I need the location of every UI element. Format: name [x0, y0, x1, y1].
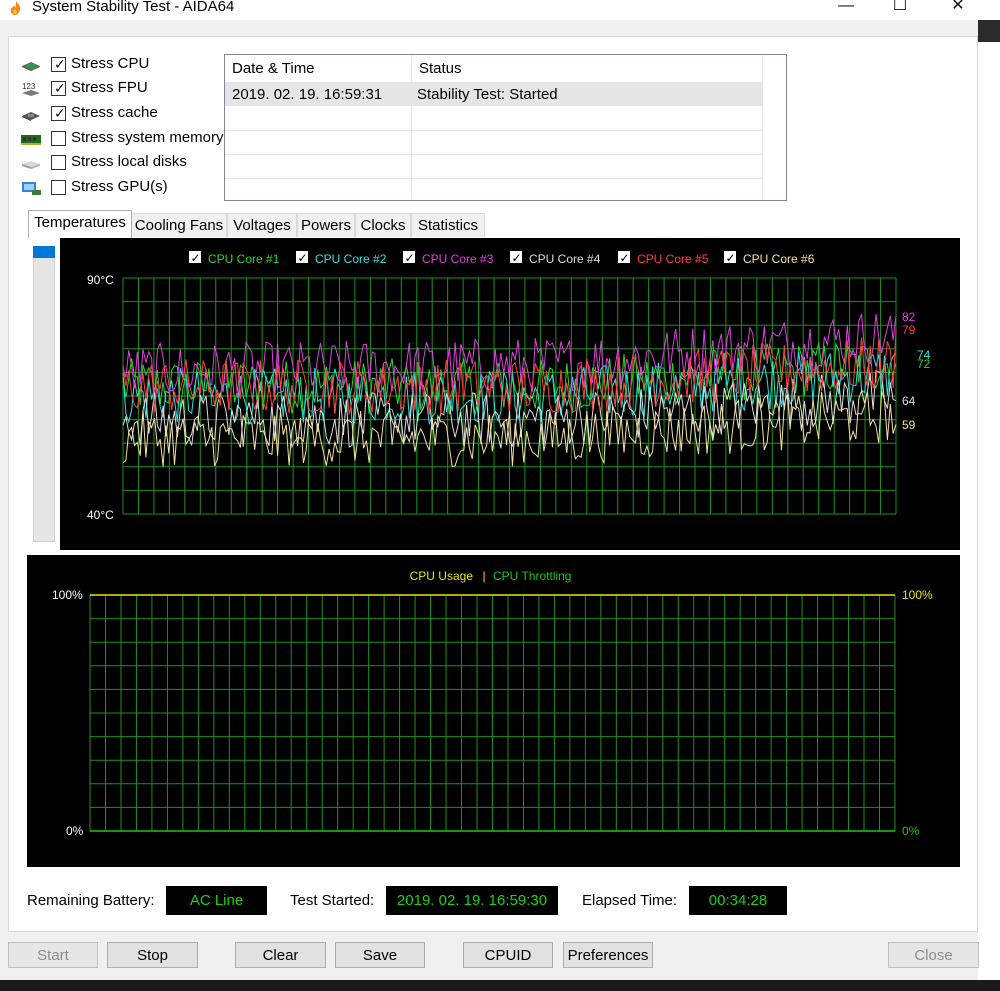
- stress-option-stress-cache[interactable]: ✓ Stress cache: [20, 103, 230, 125]
- remaining-battery-label: Remaining Battery:: [27, 892, 155, 909]
- column-header-date-time[interactable]: Date & Time: [225, 55, 412, 82]
- clear-button[interactable]: Clear: [235, 942, 326, 968]
- log-cell-status: Stability Test: Started: [417, 86, 558, 103]
- remaining-battery-value: AC Line: [166, 886, 267, 915]
- legend-label-core-2: CPU Core #2: [315, 252, 387, 266]
- log-cell-datetime: 2019. 02. 19. 16:59:31: [232, 86, 383, 103]
- fpu-123-icon: 123: [20, 81, 42, 97]
- memory-module-icon: [20, 131, 42, 147]
- test-started-label: Test Started:: [290, 892, 375, 909]
- close-window-button[interactable]: ✕: [934, 0, 982, 18]
- right-axis-min-label: 0%: [902, 824, 920, 838]
- legend-checkmark-icon: ✓: [405, 251, 415, 265]
- current-value-core-4: 64: [902, 394, 916, 408]
- legend-checkmark-icon: ✓: [191, 251, 201, 265]
- legend-checkmark-icon: ✓: [620, 251, 630, 265]
- minimize-button[interactable]: —: [822, 0, 870, 18]
- tab-powers[interactable]: Powers: [297, 213, 355, 237]
- gpu-card-icon: [20, 180, 42, 196]
- close-button[interactable]: Close: [888, 942, 979, 968]
- background-desktop-strip: [978, 20, 1000, 991]
- tab-voltages[interactable]: Voltages: [227, 213, 297, 237]
- elapsed-time-value: 00:34:28: [689, 886, 787, 915]
- save-button[interactable]: Save: [335, 942, 425, 968]
- legend-label-core-3: CPU Core #3: [422, 252, 494, 266]
- cache-chip-icon: [20, 106, 42, 122]
- stress-option-stress-local-disks[interactable]: Stress local disks: [20, 152, 230, 174]
- temperature-chart-svg: ✓ CPU Core #1 ✓ CPU Core #2 ✓ CPU Core #3 ✓ CPU…: [87, 251, 931, 522]
- temperature-current-values: 727482647959: [902, 310, 931, 432]
- stress-option-label: Stress GPU(s): [71, 178, 168, 195]
- legend-checkmark-icon: ✓: [726, 251, 736, 265]
- taskbar-edge: [0, 980, 1000, 991]
- legend-label-core-4: CPU Core #4: [529, 252, 601, 266]
- stress-option-label: Stress local disks: [71, 153, 187, 170]
- column-header-status[interactable]: Status: [412, 55, 763, 82]
- stress-option-label: Stress cache: [71, 104, 158, 121]
- checkbox[interactable]: [51, 180, 66, 195]
- checkbox[interactable]: [51, 155, 66, 170]
- stress-option-stress-gpu-s[interactable]: Stress GPU(s): [20, 177, 230, 199]
- stress-option-stress-fpu[interactable]: 123 ✓ Stress FPU: [20, 78, 230, 100]
- svg-text:123: 123: [22, 82, 36, 91]
- left-axis-max-label: 100%: [52, 588, 83, 602]
- legend-separator: |: [482, 569, 485, 583]
- tab-temperatures[interactable]: Temperatures: [28, 210, 132, 238]
- background-window-edge: [978, 20, 1000, 42]
- checkbox[interactable]: ✓: [51, 56, 66, 72]
- legend-cpu-usage: CPU Usage: [410, 569, 474, 583]
- legend-checkmark-icon: ✓: [512, 251, 522, 265]
- cpuid-button[interactable]: CPUID: [463, 942, 553, 968]
- stress-option-label: Stress CPU: [71, 55, 150, 72]
- left-axis-min-label: 0%: [66, 824, 84, 838]
- tab-clocks[interactable]: Clocks: [355, 213, 411, 237]
- disk-drive-icon: [20, 155, 42, 171]
- current-value-core-5: 79: [902, 323, 916, 337]
- aida64-flame-icon: [10, 1, 21, 15]
- right-axis-max-label: 100%: [902, 588, 933, 602]
- checkbox[interactable]: [51, 131, 66, 146]
- cpu-usage-chart-grid: [89, 594, 896, 832]
- cpu-usage-chart: CPU Usage | CPU Throttling 100% 0% 100% …: [27, 555, 960, 867]
- tab-statistics[interactable]: Statistics: [411, 213, 485, 237]
- sensor-list-scrollbar[interactable]: [33, 246, 55, 542]
- stress-option-label: Stress system memory: [71, 129, 224, 146]
- y-axis-max-label: 90°C: [87, 273, 114, 287]
- preferences-button[interactable]: Preferences: [563, 942, 653, 968]
- legend-label-core-1: CPU Core #1: [208, 252, 280, 266]
- temperature-chart: ✓ CPU Core #1 ✓ CPU Core #2 ✓ CPU Core #3 ✓ CPU…: [60, 238, 960, 550]
- checkmark-icon: ✓: [54, 80, 66, 96]
- current-value-core-3: 82: [902, 310, 916, 324]
- stop-button[interactable]: Stop: [107, 942, 198, 968]
- tab-cooling-fans[interactable]: Cooling Fans: [131, 213, 227, 237]
- test-started-value: 2019. 02. 19. 16:59:30: [386, 886, 558, 915]
- cpu-chip-icon: [20, 57, 42, 73]
- legend-cpu-throttling: CPU Throttling: [493, 569, 571, 583]
- legend-label-core-5: CPU Core #5: [637, 252, 709, 266]
- checkbox[interactable]: ✓: [51, 80, 66, 96]
- start-button[interactable]: Start: [8, 942, 98, 968]
- legend-label-core-6: CPU Core #6: [743, 252, 815, 266]
- maximize-button[interactable]: ☐: [876, 0, 924, 18]
- cpu-usage-chart-svg: CPU Usage | CPU Throttling 100% 0% 100% …: [52, 569, 933, 838]
- stress-option-label: Stress FPU: [71, 79, 148, 96]
- window-title: System Stability Test - AIDA64: [32, 0, 235, 15]
- stress-option-stress-system-memory[interactable]: Stress system memory: [20, 128, 230, 150]
- current-value-core-2: 74: [917, 348, 931, 362]
- temperature-chart-legend: ✓ CPU Core #1 ✓ CPU Core #2 ✓ CPU Core #3 ✓ CPU…: [189, 251, 815, 266]
- y-axis-min-label: 40°C: [87, 508, 114, 522]
- checkmark-icon: ✓: [54, 56, 66, 72]
- elapsed-time-label: Elapsed Time:: [582, 892, 678, 909]
- checkmark-icon: ✓: [54, 105, 66, 121]
- scrollbar-thumb[interactable]: [33, 246, 55, 258]
- stress-option-stress-cpu[interactable]: ✓ Stress CPU: [20, 54, 230, 76]
- log-table[interactable]: Date & Time Status 2019. 02. 19. 16:59:3…: [224, 54, 787, 201]
- current-value-core-6: 59: [902, 418, 916, 432]
- legend-checkmark-icon: ✓: [298, 251, 308, 265]
- checkbox[interactable]: ✓: [51, 105, 66, 121]
